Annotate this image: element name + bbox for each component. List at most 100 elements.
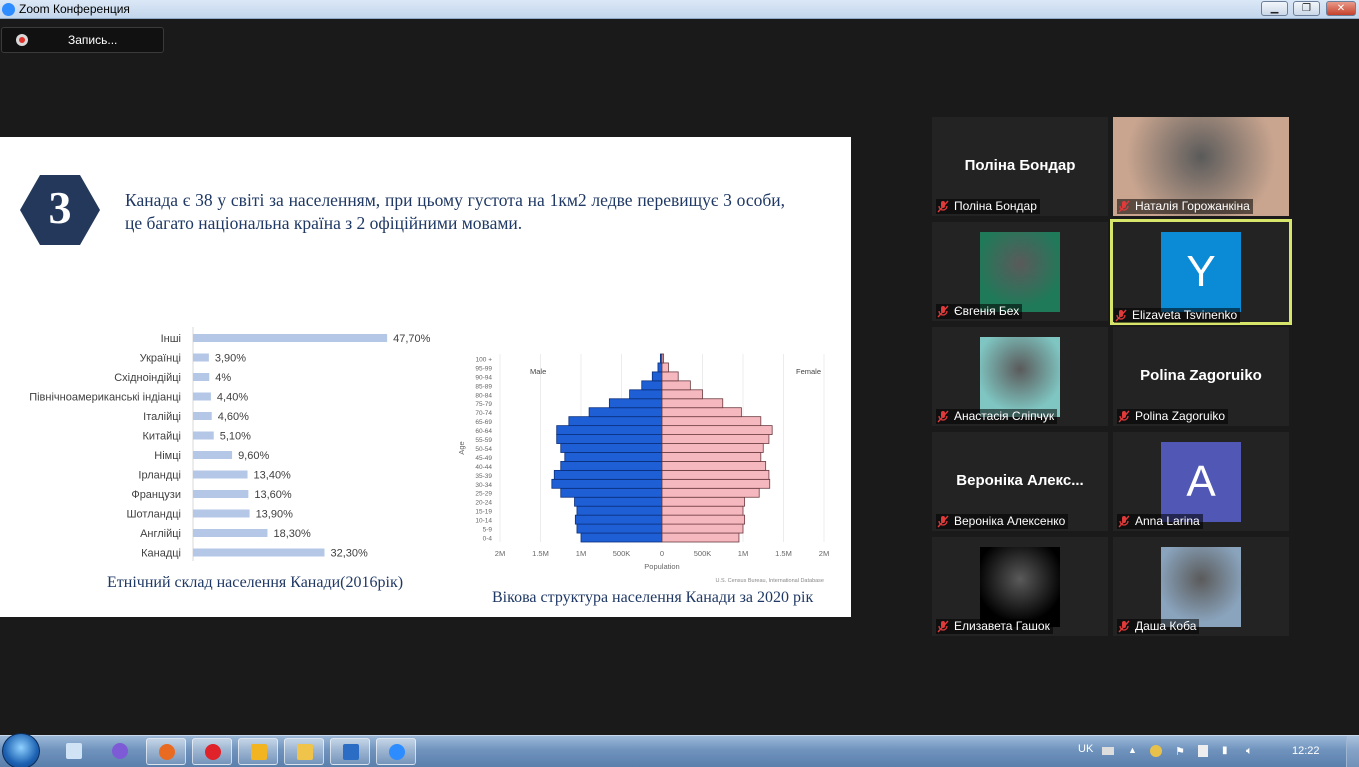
keyboard-icon[interactable] xyxy=(1102,747,1114,755)
network-icon[interactable]: ▮ xyxy=(1222,745,1234,757)
participant-tile[interactable]: Євгенія Бех xyxy=(932,222,1108,321)
female-legend-label: Female xyxy=(796,367,821,376)
update-icon[interactable] xyxy=(1150,745,1162,757)
participant-tile[interactable]: Вероніка Алекс... Вероніка Алексенко xyxy=(932,432,1108,531)
bar xyxy=(193,353,209,362)
pyramid-age-label: 45-49 xyxy=(475,455,492,462)
participant-name-label: Анастасія Сліпчук xyxy=(936,409,1058,424)
start-button[interactable] xyxy=(2,733,40,767)
taskbar-media-player-button[interactable] xyxy=(238,738,278,765)
flag-icon[interactable]: ⚑ xyxy=(1175,745,1187,758)
participant-tile[interactable]: Наталія Горожанкіна xyxy=(1113,117,1289,216)
taskbar-firefox-button[interactable] xyxy=(146,738,186,765)
participant-display-name: Polina Zagoruiko xyxy=(1140,367,1262,384)
bar xyxy=(193,334,388,342)
slide-headline: Канада є 38 у світі за населенням, при ц… xyxy=(125,190,785,233)
bar-category-label: Східноіндійці xyxy=(114,372,181,384)
male-bar xyxy=(580,532,663,543)
male-bar xyxy=(651,371,663,382)
muted-mic-icon xyxy=(1118,620,1130,633)
pyramid-age-label: 30-34 xyxy=(475,482,492,489)
language-indicator[interactable]: UK xyxy=(1078,743,1093,755)
participant-tile[interactable]: Поліна Бондар Поліна Бондар xyxy=(932,117,1108,216)
shared-slide: 3 Канада є 38 у світі за населенням, при… xyxy=(0,137,851,617)
male-bar xyxy=(657,362,663,373)
participant-tile[interactable]: Анастасія Сліпчук xyxy=(932,327,1108,426)
bar-category-label: Українці xyxy=(140,353,181,365)
female-bar xyxy=(661,389,703,400)
female-bar xyxy=(661,380,691,391)
male-bar xyxy=(574,496,663,507)
participant-tile[interactable]: Даша Коба xyxy=(1113,537,1289,636)
male-bar xyxy=(576,523,663,534)
explorer-docs-icon xyxy=(66,743,82,759)
pyramid-age-label: 80-84 xyxy=(475,392,492,399)
pyramid-age-label: 85-89 xyxy=(475,383,492,390)
male-bar xyxy=(556,434,663,444)
participant-tile[interactable]: A Anna Larina xyxy=(1113,432,1289,531)
muted-mic-icon xyxy=(937,200,949,213)
pyramid-age-label: 75-79 xyxy=(475,401,492,408)
pyramid-age-label: 100 + xyxy=(476,356,493,363)
pyramid-x-tick: 1.5M xyxy=(532,549,549,558)
bar xyxy=(193,392,211,401)
close-button[interactable]: ✕ xyxy=(1326,1,1356,16)
female-bar xyxy=(661,469,770,480)
bar-category-label: Північноамериканські індіанці xyxy=(29,392,181,404)
participant-tile[interactable]: Polina Zagoruiko Polina Zagoruiko xyxy=(1113,327,1289,426)
muted-mic-icon xyxy=(937,620,949,633)
volume-icon[interactable]: 🔈︎ xyxy=(1246,745,1258,757)
pyramid-age-label: 60-64 xyxy=(475,428,492,435)
male-bar xyxy=(560,443,663,453)
bar xyxy=(193,412,212,420)
bar-value-label: 18,30% xyxy=(273,528,311,540)
bar-value-label: 13,90% xyxy=(256,509,294,521)
male-bar xyxy=(629,389,663,400)
pyramid-age-label: 5-9 xyxy=(483,527,493,534)
participant-tile[interactable]: Елизавета Гашок xyxy=(932,537,1108,636)
ethnic-bar-chart: Інші 47,70% Українці 3,90% Східноіндійці 4% Пі… xyxy=(29,327,431,561)
pyramid-age-label: 55-59 xyxy=(475,437,492,444)
pyramid-y-label: Age xyxy=(457,441,466,454)
show-hidden-icons-icon[interactable]: ▲ xyxy=(1128,745,1140,757)
participant-name-label: Елизавета Гашок xyxy=(936,619,1053,634)
pyramid-age-label: 25-29 xyxy=(475,491,492,498)
female-bar xyxy=(661,362,669,373)
muted-mic-icon xyxy=(1118,200,1130,213)
taskbar-zoom-button[interactable] xyxy=(376,738,416,765)
participant-name-label: Вероніка Алексенко xyxy=(936,514,1069,529)
taskbar-word-button[interactable] xyxy=(330,738,370,765)
taskbar-folder-button[interactable] xyxy=(284,738,324,765)
bar xyxy=(193,470,248,479)
pyramid-age-label: 20-24 xyxy=(475,500,492,507)
male-bar xyxy=(564,452,663,462)
participant-name-label: Поліна Бондар xyxy=(936,199,1040,214)
taskbar-opera-button[interactable] xyxy=(192,738,232,765)
male-bar xyxy=(588,407,663,418)
pyramid-source: U.S. Census Bureau, International Databa… xyxy=(715,578,824,584)
pyramid-age-label: 10-14 xyxy=(475,518,492,525)
female-bar xyxy=(661,496,746,507)
male-bar xyxy=(576,505,663,516)
minimize-button[interactable]: ▁ xyxy=(1261,1,1288,16)
female-bar xyxy=(661,443,764,453)
pyramid-age-label: 35-39 xyxy=(475,473,492,480)
taskbar-explorer-docs-button[interactable] xyxy=(54,738,94,765)
bar-value-label: 47,70% xyxy=(393,333,431,345)
power-icon[interactable] xyxy=(1198,745,1208,757)
bar-category-label: Інші xyxy=(161,333,181,345)
bar-value-label: 5,10% xyxy=(220,431,251,443)
bar-chart-caption: Етнічний склад населення Канади(2016рік) xyxy=(107,574,404,591)
participant-video xyxy=(980,232,1060,312)
clock[interactable]: 12:22 xyxy=(1292,745,1320,757)
show-desktop-button[interactable] xyxy=(1346,736,1359,767)
bar-value-label: 9,60% xyxy=(238,450,269,462)
opera-icon xyxy=(205,744,221,760)
recording-indicator[interactable]: Запись... xyxy=(1,27,164,53)
participant-tile[interactable]: Y Elizaveta Tsvinenko xyxy=(1110,219,1292,325)
pyramid-age-label: 70-74 xyxy=(475,410,492,417)
taskbar-viber-button[interactable] xyxy=(100,738,140,765)
recording-label: Запись... xyxy=(68,33,118,47)
slide-number: 3 xyxy=(48,182,72,233)
maximize-button[interactable]: ❐ xyxy=(1293,1,1320,16)
